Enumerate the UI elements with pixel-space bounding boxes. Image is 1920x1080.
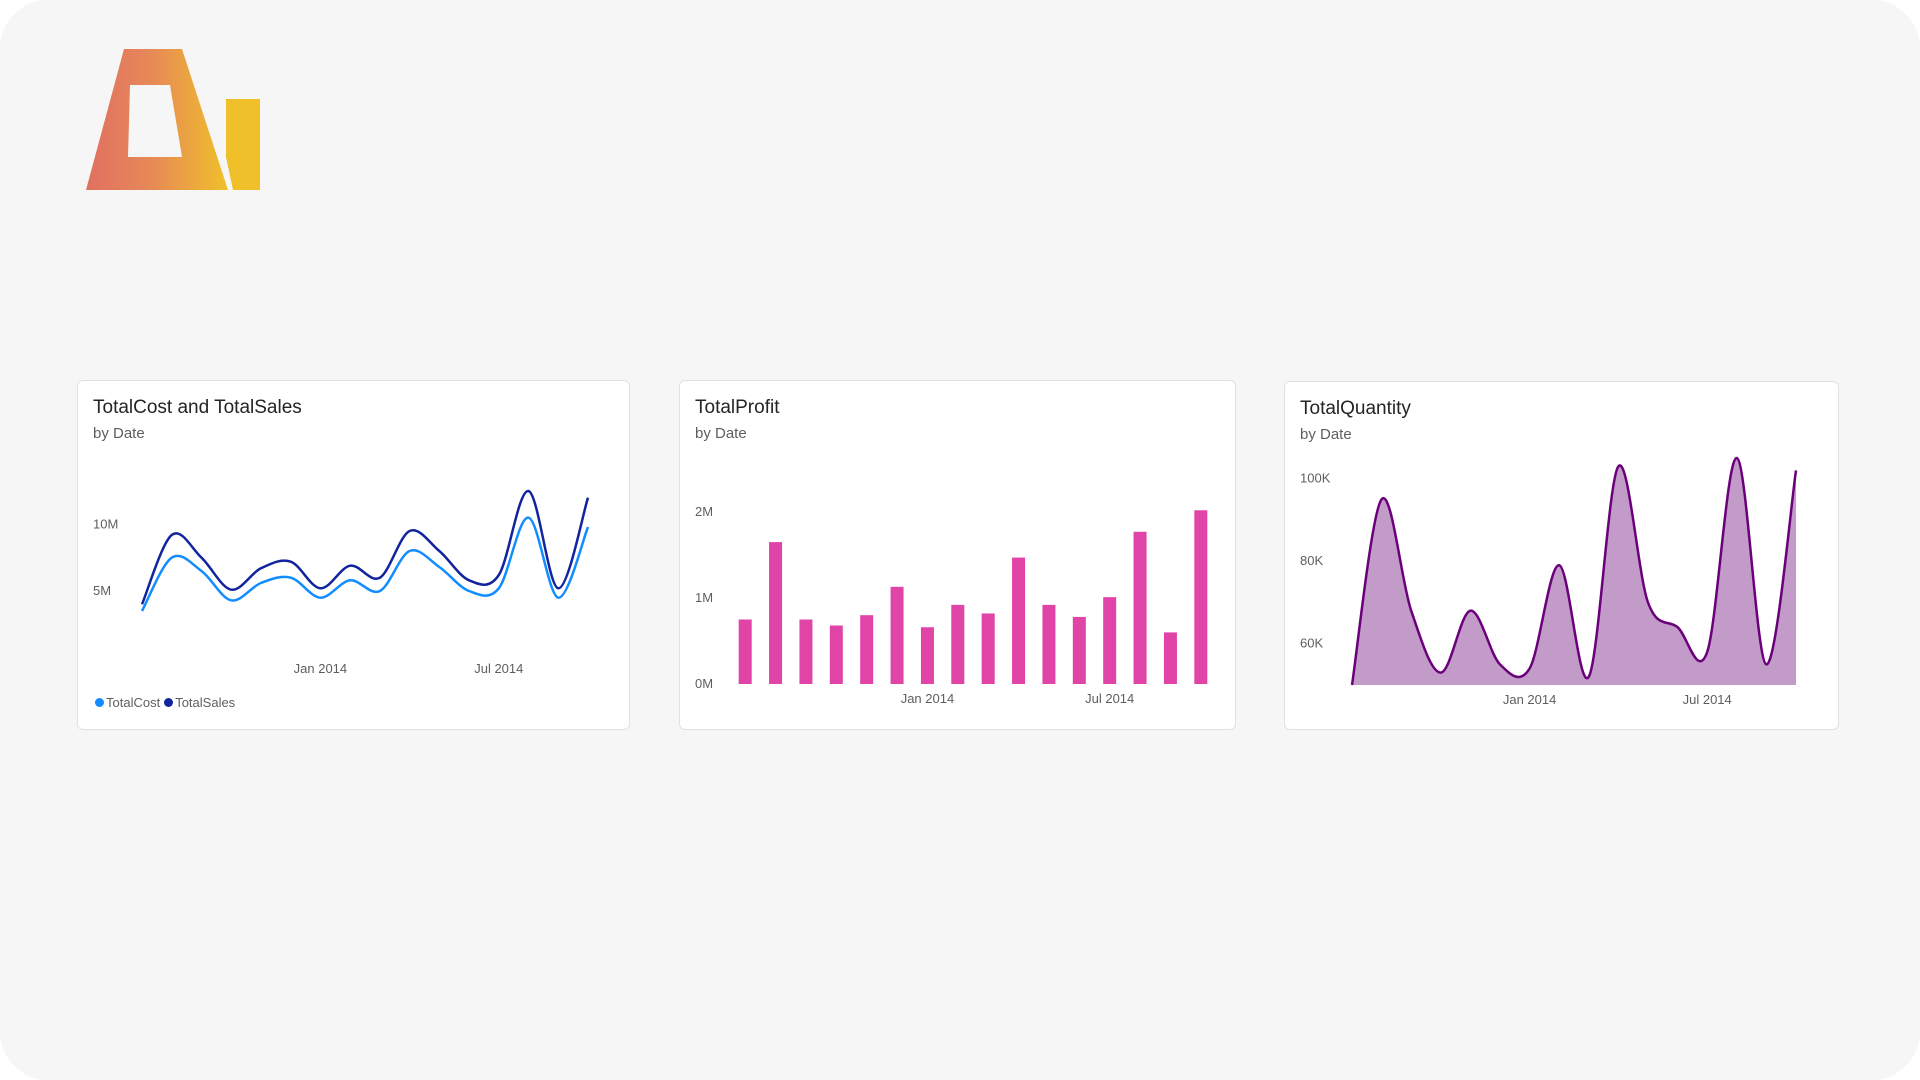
y-tick-label: 100K bbox=[1300, 471, 1331, 486]
legend-item-totalsales[interactable]: TotalSales bbox=[164, 695, 235, 710]
x-tick-label: Jan 2014 bbox=[294, 661, 348, 676]
logo-icon bbox=[86, 49, 260, 190]
y-tick-label: 60K bbox=[1300, 636, 1323, 651]
bar bbox=[890, 586, 904, 684]
legend-marker bbox=[95, 698, 104, 707]
bar bbox=[1163, 632, 1177, 684]
bar bbox=[738, 619, 752, 684]
bar bbox=[951, 604, 965, 684]
legend-label: TotalSales bbox=[175, 695, 236, 710]
x-tick-label: Jul 2014 bbox=[1085, 691, 1134, 706]
y-tick-label: 80K bbox=[1300, 553, 1323, 568]
bar bbox=[799, 619, 813, 684]
x-tick-label: Jan 2014 bbox=[1503, 692, 1557, 707]
bar bbox=[1042, 604, 1056, 684]
bar bbox=[829, 625, 843, 684]
bar bbox=[1194, 510, 1208, 684]
y-tick-label: 5M bbox=[93, 583, 111, 598]
legend-label: TotalCost bbox=[106, 695, 161, 710]
line-chart: 5M 10M Jan 2014 Jul 2014 bbox=[93, 489, 590, 676]
bar bbox=[769, 542, 783, 684]
bar bbox=[981, 613, 995, 684]
x-tick-label: Jul 2014 bbox=[474, 661, 523, 676]
y-tick-label: 1M bbox=[695, 590, 713, 605]
bar-chart: 0M 1M 2M Jan 2014 Jul 2014 bbox=[695, 504, 1208, 706]
bar bbox=[1012, 557, 1026, 684]
chart-legend: TotalCost TotalSales bbox=[95, 695, 239, 710]
bar bbox=[860, 615, 874, 684]
y-tick-label: 10M bbox=[93, 516, 118, 531]
legend-marker bbox=[164, 698, 174, 707]
area-chart: 60K 80K 100K Jan 2014 Jul 2014 bbox=[1300, 456, 1798, 707]
chart-card-cost-sales[interactable]: TotalCost and TotalSales by Date 5M 10M Ja… bbox=[77, 380, 630, 730]
legend-item-totalcost[interactable]: TotalCost bbox=[95, 695, 160, 710]
bar bbox=[920, 627, 934, 684]
bar bbox=[1133, 531, 1147, 684]
x-tick-label: Jan 2014 bbox=[901, 691, 955, 706]
bar bbox=[1103, 597, 1117, 684]
y-tick-label: 0M bbox=[695, 676, 713, 691]
x-tick-label: Jul 2014 bbox=[1683, 692, 1732, 707]
bar bbox=[1072, 616, 1086, 684]
chart-card-quantity[interactable]: TotalQuantity by Date 60K 80K 100K Jan 2014… bbox=[1284, 381, 1839, 730]
chart-card-profit[interactable]: TotalProfit by Date 0M 1M 2M Jan 2014 Jul 20… bbox=[679, 380, 1236, 730]
y-tick-label: 2M bbox=[695, 504, 713, 519]
report-canvas: TotalCost and TotalSales by Date 5M 10M Ja… bbox=[0, 0, 1920, 1080]
